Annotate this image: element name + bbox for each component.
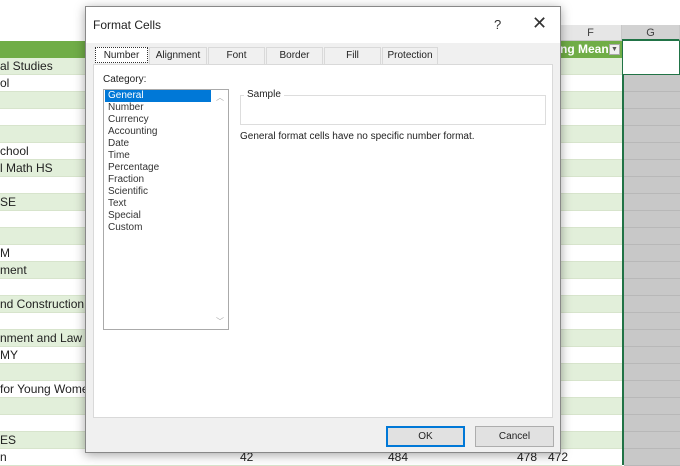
- column-g-cell[interactable]: [624, 143, 680, 160]
- school-name-cell[interactable]: SE: [0, 194, 16, 211]
- column-g-cell[interactable]: [624, 75, 680, 92]
- column-g-cell[interactable]: [624, 313, 680, 330]
- scroll-down-icon[interactable]: ﹀: [216, 316, 224, 327]
- tab-fill[interactable]: Fill: [324, 47, 381, 64]
- school-name-cell[interactable]: ol: [0, 75, 9, 92]
- close-button[interactable]: ✕: [532, 13, 547, 34]
- dialog-titlebar: Format Cells ? ✕: [86, 7, 560, 43]
- column-g-cell[interactable]: [624, 245, 680, 262]
- format-description: General format cells have no specific nu…: [240, 131, 475, 142]
- column-g-cell[interactable]: [624, 160, 680, 177]
- column-g-selected[interactable]: [622, 58, 680, 466]
- school-name-cell[interactable]: l Math HS: [0, 160, 53, 177]
- category-item[interactable]: Custom: [105, 222, 211, 234]
- school-name-cell[interactable]: ment: [0, 262, 27, 279]
- category-item[interactable]: General: [105, 90, 211, 102]
- category-label: Category:: [103, 74, 147, 85]
- column-g-cell[interactable]: [624, 330, 680, 347]
- sample-box: [240, 95, 546, 125]
- category-item[interactable]: Date: [105, 138, 211, 150]
- column-g-cell[interactable]: [624, 177, 680, 194]
- category-item[interactable]: Accounting: [105, 126, 211, 138]
- category-item[interactable]: Fraction: [105, 174, 211, 186]
- category-item[interactable]: Special: [105, 210, 211, 222]
- dialog-title: Format Cells: [93, 18, 162, 32]
- scroll-up-icon[interactable]: ︿: [216, 92, 224, 103]
- help-button[interactable]: ?: [494, 17, 501, 32]
- column-g-cell[interactable]: [624, 449, 680, 466]
- school-name-cell[interactable]: nment and Law: [0, 330, 82, 347]
- school-name-cell[interactable]: chool: [0, 143, 29, 160]
- column-g-cell[interactable]: [624, 109, 680, 126]
- category-item[interactable]: Time: [105, 150, 211, 162]
- tab-font[interactable]: Font: [208, 47, 265, 64]
- column-g-cell[interactable]: [624, 194, 680, 211]
- school-name-cell[interactable]: for Young Wome: [0, 381, 89, 398]
- column-g-cell[interactable]: [624, 92, 680, 109]
- school-name-cell[interactable]: ES: [0, 432, 16, 449]
- category-scrollbar[interactable]: ︿ ﹀: [213, 90, 228, 329]
- tab-border[interactable]: Border: [266, 47, 323, 64]
- column-g-cell[interactable]: [624, 262, 680, 279]
- school-name-cell[interactable]: al Studies: [0, 58, 53, 75]
- column-header-f[interactable]: F: [560, 25, 622, 41]
- category-list[interactable]: ︿ ﹀ General Number Currency Accounting Date T…: [103, 89, 229, 330]
- tab-protection[interactable]: Protection: [382, 47, 438, 64]
- category-item[interactable]: Percentage: [105, 162, 211, 174]
- column-header-g[interactable]: G: [622, 25, 680, 41]
- school-name-cell[interactable]: MY: [0, 347, 18, 364]
- column-g-cell[interactable]: [624, 398, 680, 415]
- category-item[interactable]: Text: [105, 198, 211, 210]
- tab-alignment[interactable]: Alignment: [149, 47, 207, 64]
- sample-label: Sample: [244, 89, 284, 100]
- column-g-cell[interactable]: [624, 432, 680, 449]
- column-g-cell[interactable]: [624, 347, 680, 364]
- tab-number[interactable]: Number: [95, 47, 148, 63]
- column-g-cell[interactable]: [624, 381, 680, 398]
- filter-dropdown-icon[interactable]: ▼: [609, 44, 620, 55]
- school-name-cell[interactable]: n: [0, 449, 7, 466]
- column-g-cell[interactable]: [624, 279, 680, 296]
- category-item[interactable]: Scientific: [105, 186, 211, 198]
- category-item[interactable]: Currency: [105, 114, 211, 126]
- column-g-cell[interactable]: [624, 364, 680, 381]
- ok-button[interactable]: OK: [386, 426, 465, 447]
- number-tab-pane: Category: ︿ ﹀ General Number Currency Accou…: [93, 64, 553, 418]
- cancel-button[interactable]: Cancel: [475, 426, 554, 447]
- format-cells-dialog: Format Cells ? ✕ Number Alignment Font B…: [85, 6, 561, 453]
- active-cell[interactable]: [622, 41, 680, 75]
- column-g-cell[interactable]: [624, 228, 680, 245]
- column-g-cell[interactable]: [624, 126, 680, 143]
- school-name-cell[interactable]: M: [0, 245, 10, 262]
- column-g-cell[interactable]: [624, 415, 680, 432]
- column-g-cell[interactable]: [624, 296, 680, 313]
- school-name-cell[interactable]: nd Construction: [0, 296, 84, 313]
- column-g-cell[interactable]: [624, 211, 680, 228]
- category-item[interactable]: Number: [105, 102, 211, 114]
